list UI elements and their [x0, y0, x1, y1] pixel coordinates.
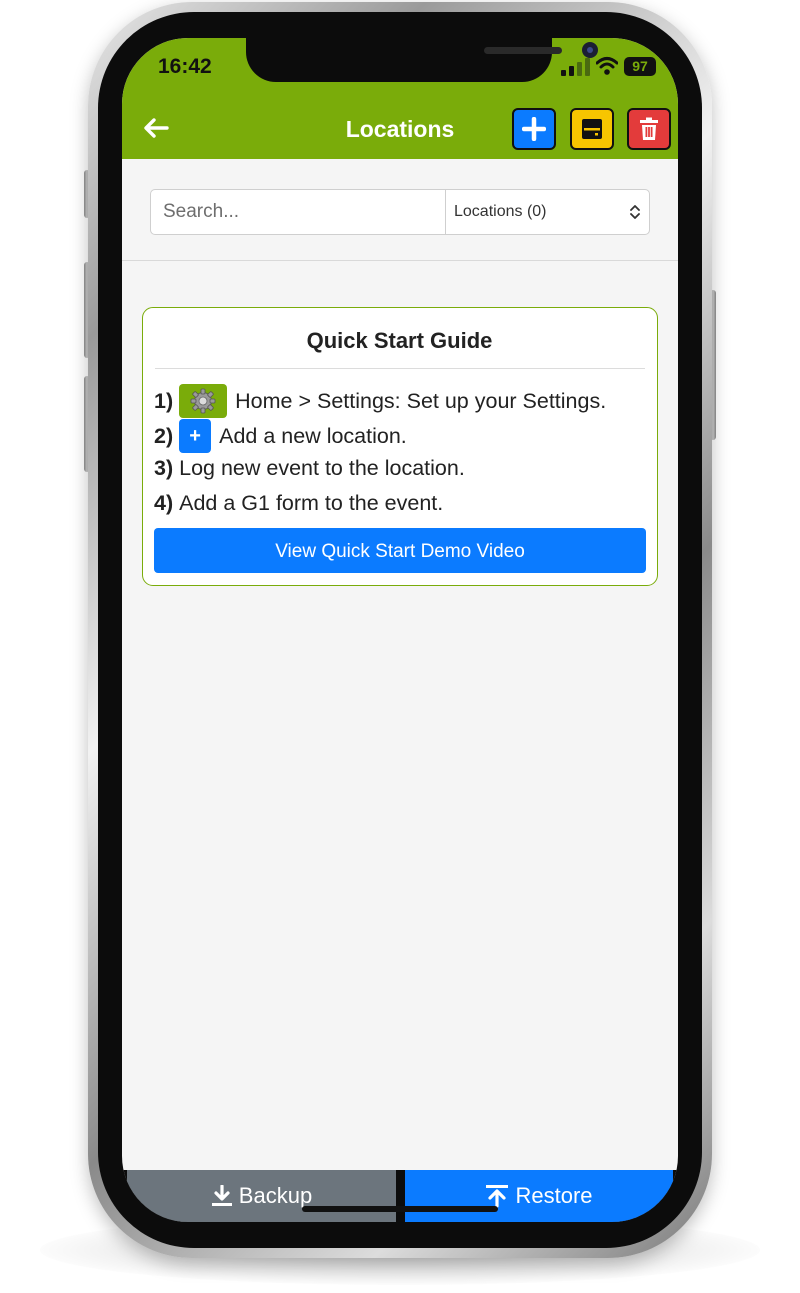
battery-icon: 97: [624, 57, 656, 76]
quick-start-step-3: 3) Log new event to the location.: [154, 456, 465, 481]
search-input[interactable]: [151, 190, 445, 234]
floppy-disk-icon: [582, 119, 602, 139]
download-icon: [211, 1185, 232, 1206]
step-number: 1): [154, 388, 174, 413]
view-demo-video-button[interactable]: View Quick Start Demo Video: [154, 528, 646, 573]
section-divider: [122, 260, 678, 261]
settings-chip: [179, 384, 228, 418]
trash-icon: [640, 117, 658, 140]
step-text: Add a new location.: [219, 423, 407, 448]
backup-button[interactable]: Backup: [127, 1170, 396, 1222]
gear-icon: [190, 388, 216, 414]
locations-select[interactable]: Locations (0): [446, 190, 649, 234]
quick-start-title: Quick Start Guide: [306, 328, 493, 353]
signal-bars-icon: [561, 58, 590, 76]
app-screen: 16:42 97 Locations Search... Locations (…: [122, 38, 678, 1222]
delete-button[interactable]: [627, 108, 671, 150]
step-number: 4): [154, 491, 174, 515]
restore-label: Restore: [515, 1183, 593, 1208]
add-location-button[interactable]: [512, 108, 556, 150]
quick-start-divider: [155, 368, 645, 369]
back-button[interactable]: [136, 108, 176, 148]
step-text: Home > Settings: Set up your Settings.: [235, 388, 607, 413]
step-text: Add a G1 form to the event.: [179, 491, 444, 515]
notch: [246, 38, 598, 82]
quick-start-step-4: 4) Add a G1 form to the event.: [154, 491, 443, 516]
plus-icon: +: [179, 419, 212, 453]
upload-icon: [486, 1185, 509, 1208]
app-header: 16:42 97 Locations: [122, 38, 678, 159]
speaker-grille: [484, 47, 562, 54]
save-button[interactable]: [570, 108, 614, 150]
status-time: 16:42: [158, 55, 212, 78]
arrow-left-icon: [144, 118, 169, 138]
locations-select-value: Locations (0): [454, 203, 547, 220]
chevron-up-down-icon: [630, 205, 640, 219]
plus-icon: [522, 117, 546, 141]
filter-bar: Locations (0): [150, 189, 650, 235]
quick-start-card: Quick Start Guide 1) Home > Settings: Se…: [142, 307, 658, 586]
quick-start-step-2: 2) + Add a new location.: [154, 419, 407, 453]
page-title: Locations: [345, 116, 455, 142]
step-text: Log new event to the location.: [179, 456, 465, 480]
backup-label: Backup: [238, 1183, 313, 1208]
quick-start-step-1: 1) Home > Settings: Set up your Settings…: [154, 384, 606, 418]
wifi-icon: [596, 57, 618, 75]
restore-button[interactable]: Restore: [405, 1170, 673, 1222]
home-indicator: [302, 1206, 498, 1212]
step-number: 2): [154, 423, 174, 448]
step-number: 3): [154, 456, 174, 480]
